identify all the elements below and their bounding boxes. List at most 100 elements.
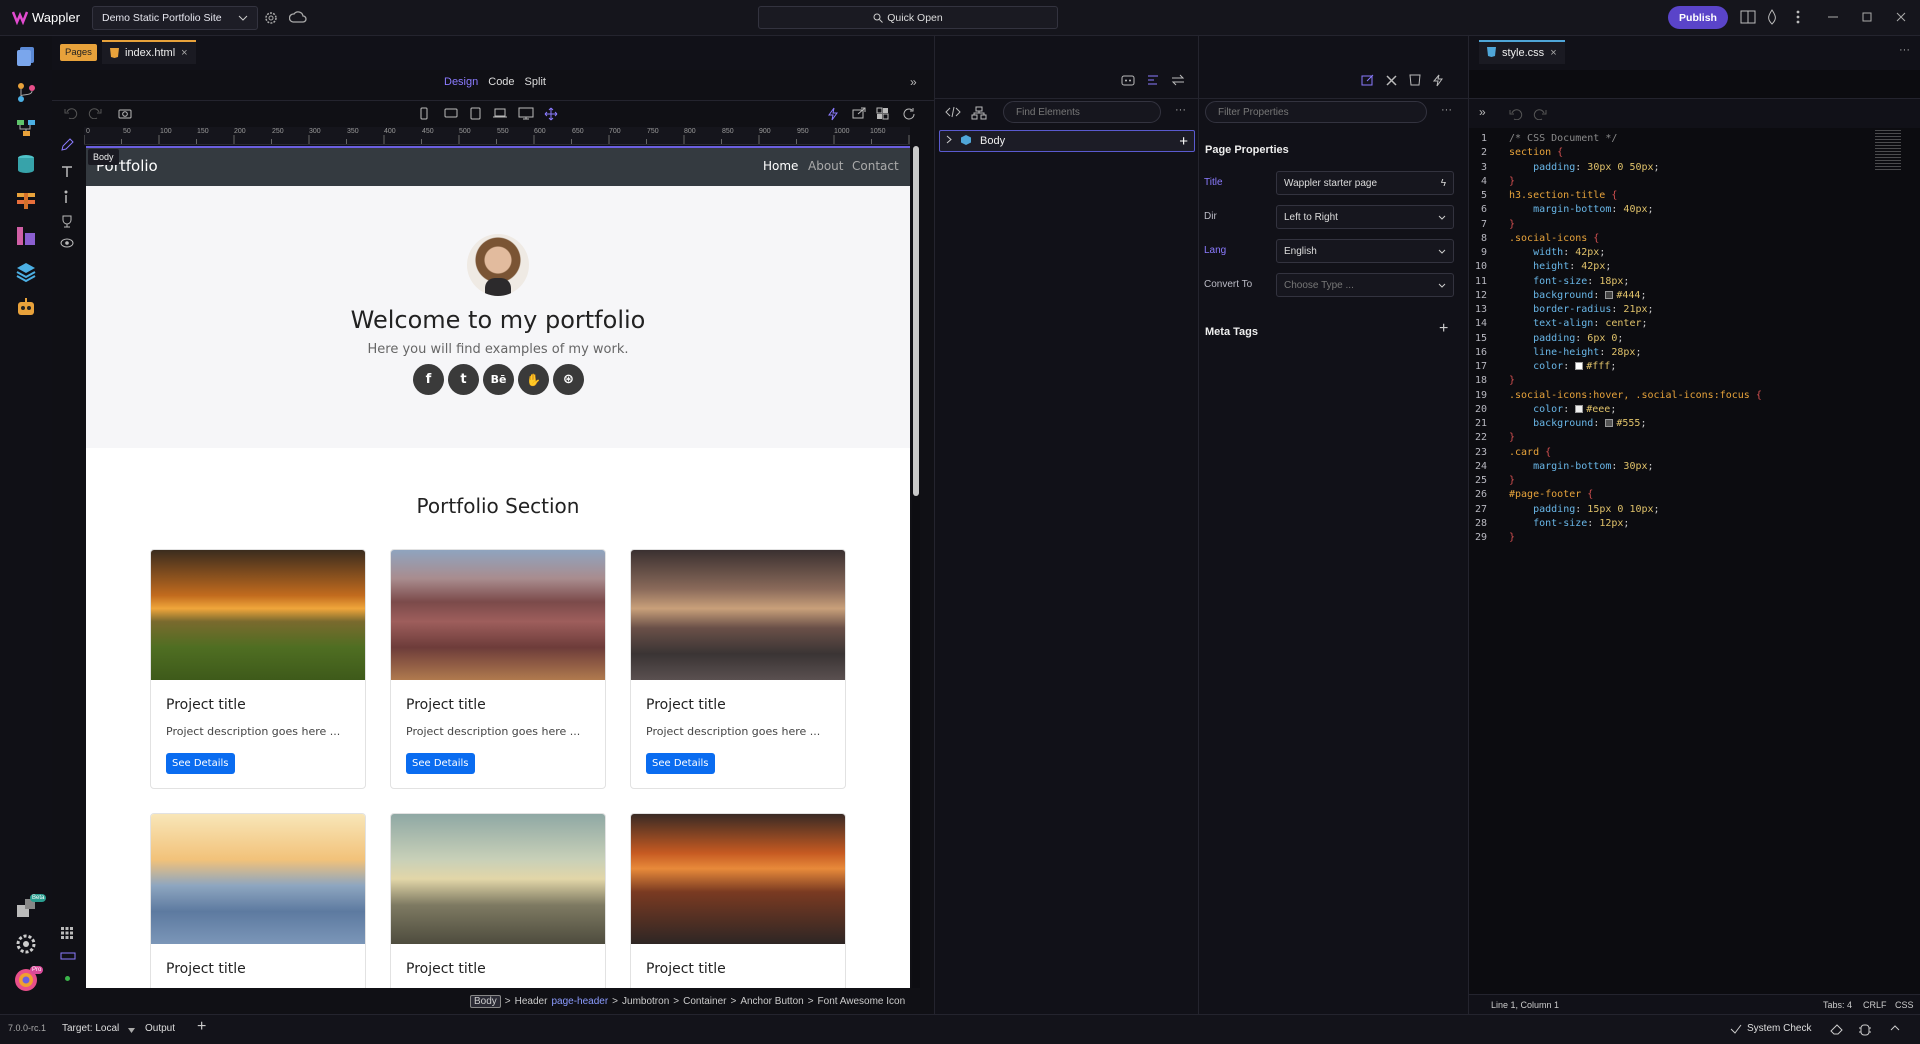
add-panel-icon[interactable]: +	[197, 1018, 206, 1036]
breadcrumb-jumbotron[interactable]: Jumbotron	[622, 996, 669, 1007]
code-line[interactable]: 1 /* CSS Document */	[1469, 132, 1920, 146]
twitter-icon[interactable]: t	[448, 364, 479, 395]
dribbble-icon[interactable]: ⊛	[553, 364, 584, 395]
chevron-up-icon[interactable]	[1890, 1025, 1900, 1031]
color-swatch[interactable]	[1605, 419, 1614, 427]
convert-to-select[interactable]: Choose Type ...	[1276, 273, 1454, 297]
code-line[interactable]: 16 line-height: 28px;	[1469, 346, 1920, 360]
breadcrumb-container[interactable]: Container	[683, 996, 726, 1007]
api-icon[interactable]	[12, 186, 40, 214]
code-line[interactable]: 29}	[1469, 531, 1920, 545]
text-icon[interactable]	[60, 164, 74, 178]
tab-size[interactable]: Tabs: 4	[1823, 1000, 1852, 1010]
code-line[interactable]: 19 .social-icons:hover, .social-icons:foc…	[1469, 389, 1920, 403]
ai-assistant-icon[interactable]	[1121, 74, 1135, 86]
structure-more-icon[interactable]: ···	[1175, 104, 1186, 116]
settings-gear-icon[interactable]	[12, 930, 40, 958]
code-line[interactable]: 12 background: #444;	[1469, 289, 1920, 303]
dir-select[interactable]: Left to Right	[1276, 205, 1454, 229]
tools-icon[interactable]	[1385, 74, 1398, 87]
database-icon[interactable]	[12, 150, 40, 178]
laptop-view-icon[interactable]	[492, 107, 508, 119]
code-line[interactable]: 26 #page-footer {	[1469, 488, 1920, 502]
cloud-icon[interactable]	[289, 10, 307, 24]
code-line[interactable]: 11 font-size: 18px;	[1469, 275, 1920, 289]
code-line[interactable]: 28 font-size: 12px;	[1469, 517, 1920, 531]
code-line[interactable]: 27 padding: 15px 0 10px;	[1469, 503, 1920, 517]
output-tab[interactable]: Output	[145, 1023, 175, 1034]
edit-icon[interactable]	[60, 138, 74, 152]
ruler-icon[interactable]	[60, 952, 76, 960]
props-more-icon[interactable]: ···	[1441, 104, 1452, 116]
add-meta-tag-icon[interactable]: +	[1439, 320, 1448, 338]
code-line[interactable]: 6 margin-bottom: 40px;	[1469, 203, 1920, 217]
breadcrumb-header[interactable]: Header	[515, 996, 548, 1007]
gear-icon[interactable]	[263, 10, 279, 26]
code-icon[interactable]	[945, 106, 961, 118]
maximize-icon[interactable]	[1862, 12, 1872, 22]
nav-about[interactable]: About	[808, 159, 843, 173]
target-selector[interactable]: Target: Local	[62, 1023, 119, 1034]
color-swatch[interactable]	[1575, 404, 1584, 413]
design-icon[interactable]	[12, 222, 40, 250]
undo-icon[interactable]	[64, 107, 78, 119]
code-line[interactable]: 8 .social-icons {	[1469, 232, 1920, 246]
code-line[interactable]: 17 color: #fff;	[1469, 360, 1920, 374]
breadcrumb-body[interactable]: Body	[470, 994, 501, 1008]
code-more-icon[interactable]: ···	[1899, 44, 1910, 56]
code-line[interactable]: 15 padding: 6px 0;	[1469, 332, 1920, 346]
bug-icon[interactable]	[1858, 1022, 1872, 1036]
edit-props-icon[interactable]	[1361, 74, 1374, 86]
facebook-icon[interactable]: f	[413, 364, 444, 395]
trophy-icon[interactable]	[60, 214, 74, 228]
publish-button[interactable]: Publish	[1668, 6, 1728, 29]
layout-icon[interactable]	[1740, 10, 1756, 24]
dynamic-lightning-icon[interactable]: ϟ	[1441, 178, 1446, 189]
structure-tree-icon[interactable]	[971, 106, 987, 120]
code-line[interactable]: 21 background: #555;	[1469, 417, 1920, 431]
split-mode[interactable]: Split	[525, 76, 546, 88]
add-element-icon[interactable]: +	[1179, 133, 1188, 150]
eye-icon[interactable]	[60, 238, 74, 248]
layers-icon[interactable]	[12, 258, 40, 286]
code-line[interactable]: 18}	[1469, 374, 1920, 388]
info-icon[interactable]	[62, 190, 70, 204]
scrollbar-thumb[interactable]	[913, 146, 919, 496]
code-line[interactable]: 23 .card {	[1469, 446, 1920, 460]
code-line[interactable]: 25}	[1469, 474, 1920, 488]
tree-node-body[interactable]: Body +	[939, 130, 1195, 152]
lightning-icon[interactable]	[828, 107, 838, 121]
tablet-landscape-icon[interactable]	[444, 107, 458, 119]
code-line[interactable]: 9 width: 42px;	[1469, 246, 1920, 260]
style-css-tab[interactable]: style.css ×	[1479, 40, 1565, 64]
lang-select[interactable]: English	[1276, 239, 1454, 263]
close-icon[interactable]	[1896, 12, 1906, 22]
expand-chevron-icon[interactable]	[946, 135, 952, 147]
camera-icon[interactable]	[118, 107, 132, 119]
code-minimap[interactable]	[1875, 130, 1901, 170]
nav-contact[interactable]: Contact	[852, 159, 899, 173]
index-html-tab[interactable]: index.html ×	[102, 40, 196, 64]
code-line[interactable]: 4}	[1469, 175, 1920, 189]
breadcrumb-anchor-button[interactable]: Anchor Button	[740, 996, 803, 1007]
tablet-view-icon[interactable]	[470, 107, 481, 120]
filter-properties-input[interactable]: Filter Properties	[1205, 101, 1427, 123]
close-tab-icon[interactable]: ×	[1550, 47, 1556, 59]
line-ending[interactable]: CRLF	[1863, 1000, 1887, 1010]
ai-robot-icon[interactable]	[12, 294, 40, 322]
code-line[interactable]: 24 margin-bottom: 30px;	[1469, 460, 1920, 474]
language-mode[interactable]: CSS	[1895, 1000, 1914, 1010]
see-details-button[interactable]: See Details	[646, 753, 715, 774]
undo-icon[interactable]	[1509, 108, 1523, 120]
more-vertical-icon[interactable]	[1796, 10, 1800, 24]
design-mode[interactable]: Design	[444, 76, 478, 88]
color-swatch[interactable]	[1605, 290, 1614, 299]
quick-open-input[interactable]: Quick Open	[758, 6, 1058, 29]
code-line[interactable]: 20 color: #eee;	[1469, 403, 1920, 417]
behance-icon[interactable]: Bē	[483, 364, 514, 395]
code-line[interactable]: 5 h3.section-title {	[1469, 189, 1920, 203]
code-line[interactable]: 22}	[1469, 431, 1920, 445]
eraser-icon[interactable]	[1830, 1023, 1844, 1035]
code-line[interactable]: 10 height: 42px;	[1469, 260, 1920, 274]
code-line[interactable]: 13 border-radius: 21px;	[1469, 303, 1920, 317]
